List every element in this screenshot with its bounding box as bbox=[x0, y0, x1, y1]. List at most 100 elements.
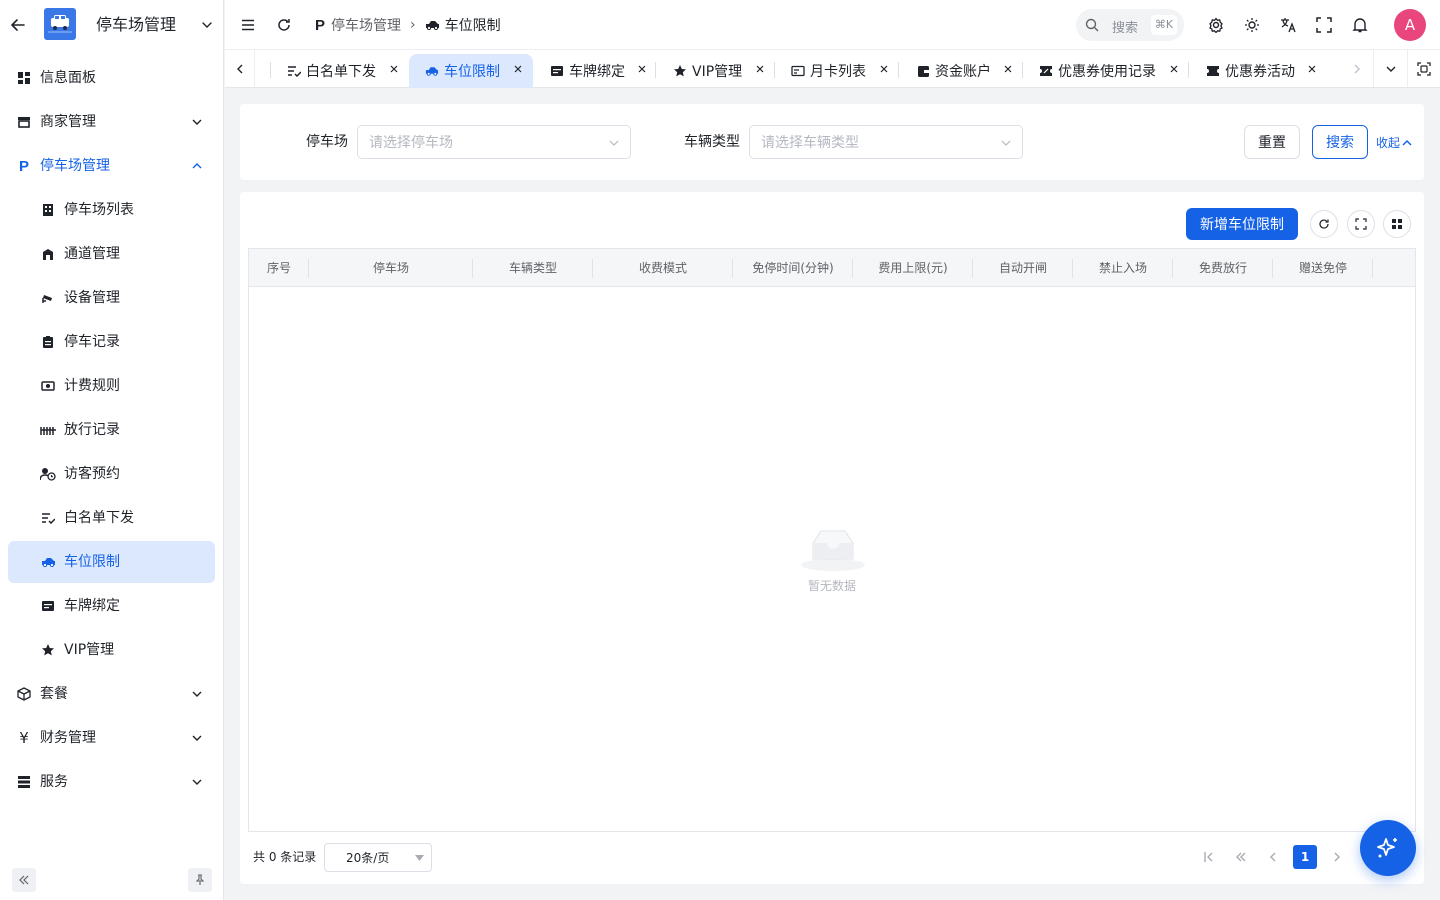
tab-divider bbox=[1188, 62, 1189, 78]
ai-assistant-button[interactable] bbox=[1360, 820, 1416, 876]
sidebar-item-parking-management[interactable]: P 停车场管理 bbox=[8, 145, 215, 187]
close-icon[interactable] bbox=[1003, 64, 1013, 74]
sidebar: 停车场管理 信息面板 商家管理 P 停车场管理 停车场列表 通道管理 设备管理 … bbox=[0, 0, 224, 900]
top-header: P 停车场管理 › 车位限制 搜索 ⌘K A bbox=[225, 0, 1440, 50]
chevron-down-icon[interactable] bbox=[199, 17, 215, 33]
sidebar-item-label: 访客预约 bbox=[64, 466, 120, 482]
sidebar-header: 停车场管理 bbox=[0, 0, 224, 50]
reset-button[interactable]: 重置 bbox=[1244, 125, 1300, 159]
tab-plate-binding[interactable]: 车牌绑定 bbox=[533, 54, 657, 88]
sidebar-item-parking-list[interactable]: 停车场列表 bbox=[8, 189, 215, 231]
prev-page-button[interactable] bbox=[1261, 845, 1285, 869]
chevron-down-icon bbox=[609, 140, 619, 146]
license-plate-icon bbox=[40, 598, 56, 614]
close-icon[interactable] bbox=[755, 64, 765, 74]
sidebar-item-whitelist[interactable]: 白名单下发 bbox=[8, 497, 215, 539]
table-panel: 新增车位限制 序号 停车场 车辆类型 收费模式 免停时间(分钟) 费用上限(元)… bbox=[240, 192, 1424, 884]
collapse-filters-toggle[interactable]: 收起 bbox=[1376, 134, 1412, 151]
grid-icon bbox=[1392, 219, 1402, 229]
license-plate-icon bbox=[550, 64, 564, 78]
close-icon[interactable] bbox=[637, 64, 647, 74]
tabs-maximize-button[interactable] bbox=[1407, 50, 1440, 87]
sidebar-item-dashboard[interactable]: 信息面板 bbox=[8, 57, 215, 99]
table-refresh-button[interactable] bbox=[1310, 210, 1338, 238]
page-size-value: 20条/页 bbox=[346, 851, 390, 865]
tab-space-limit[interactable]: 车位限制 bbox=[409, 54, 533, 88]
close-icon[interactable] bbox=[879, 64, 889, 74]
vehicle-type-select[interactable]: 请选择车辆类型 bbox=[749, 125, 1023, 159]
next-page-button[interactable] bbox=[1325, 845, 1349, 869]
tab-label: 车位限制 bbox=[444, 64, 500, 80]
tab-divider bbox=[898, 62, 899, 78]
search-button[interactable]: 搜索 bbox=[1312, 125, 1368, 159]
sidebar-item-space-limit[interactable]: 车位限制 bbox=[8, 541, 215, 583]
tabs-dropdown-button[interactable] bbox=[1373, 50, 1407, 87]
search-label: 搜索 bbox=[1112, 21, 1139, 36]
scan-icon bbox=[1417, 61, 1431, 76]
add-space-limit-button[interactable]: 新增车位限制 bbox=[1186, 208, 1298, 240]
tab-monthly-cards[interactable]: 月卡列表 bbox=[775, 54, 899, 88]
sidebar-item-plate-binding[interactable]: 车牌绑定 bbox=[8, 585, 215, 627]
sidebar-item-merchants[interactable]: 商家管理 bbox=[8, 101, 215, 143]
store-icon bbox=[16, 114, 32, 130]
pin-sidebar-button[interactable] bbox=[188, 868, 212, 892]
chevron-down-icon bbox=[189, 730, 205, 746]
language-button[interactable] bbox=[1276, 13, 1300, 37]
page-number-current[interactable]: 1 bbox=[1293, 845, 1317, 869]
sidebar-item-label: 停车场列表 bbox=[64, 202, 134, 218]
prev-group-button[interactable] bbox=[1229, 845, 1253, 869]
tab-whitelist[interactable]: 白名单下发 bbox=[275, 54, 409, 88]
page-size-select[interactable]: 20条/页 bbox=[324, 843, 432, 872]
notifications-button[interactable] bbox=[1348, 13, 1372, 37]
close-icon[interactable] bbox=[389, 64, 399, 74]
settings-button[interactable] bbox=[1204, 13, 1228, 37]
ticket-percent-icon bbox=[1039, 64, 1053, 78]
sidebar-item-release-records[interactable]: 放行记录 bbox=[8, 409, 215, 451]
column-divider[interactable] bbox=[1372, 259, 1373, 278]
table-fullscreen-button[interactable] bbox=[1347, 210, 1375, 238]
sidebar-item-packages[interactable]: 套餐 bbox=[8, 673, 215, 715]
column-header-auto-open: 自动开闸 bbox=[998, 261, 1047, 275]
collapse-sidebar-button[interactable] bbox=[12, 868, 36, 892]
sidebar-item-services[interactable]: 服务 bbox=[8, 761, 215, 803]
column-header-free-release: 免费放行 bbox=[1198, 261, 1247, 275]
breadcrumb-item[interactable]: 停车场管理 bbox=[331, 15, 401, 35]
empty-text: 暂无数据 bbox=[807, 579, 856, 593]
fullscreen-button[interactable] bbox=[1312, 13, 1336, 37]
avatar[interactable]: A bbox=[1394, 9, 1426, 41]
star-icon bbox=[673, 64, 687, 78]
refresh-icon bbox=[278, 19, 290, 31]
parking-select[interactable]: 请选择停车场 bbox=[357, 125, 631, 159]
parking-icon: P bbox=[315, 16, 326, 34]
tab-fund-account[interactable]: 资金账户 bbox=[899, 54, 1023, 88]
table-header: 序号 停车场 车辆类型 收费模式 免停时间(分钟) 费用上限(元) 自动开闸 禁… bbox=[249, 249, 1415, 287]
column-settings-button[interactable] bbox=[1383, 210, 1411, 238]
barrier-icon bbox=[40, 422, 56, 438]
tab-vip[interactable]: VIP管理 bbox=[657, 54, 775, 88]
back-arrow-icon[interactable] bbox=[10, 17, 26, 33]
close-icon[interactable] bbox=[513, 64, 523, 74]
first-page-button[interactable] bbox=[1197, 845, 1221, 869]
sidebar-item-channels[interactable]: 通道管理 bbox=[8, 233, 215, 275]
tabs-scroll-right-button[interactable] bbox=[1345, 50, 1369, 87]
sidebar-item-finance[interactable]: ¥ 财务管理 bbox=[8, 717, 215, 759]
refresh-button[interactable] bbox=[272, 13, 296, 37]
sidebar-item-vip[interactable]: VIP管理 bbox=[8, 629, 215, 671]
sidebar-item-devices[interactable]: 设备管理 bbox=[8, 277, 215, 319]
sidebar-item-visitor-booking[interactable]: 访客预约 bbox=[8, 453, 215, 495]
global-search[interactable]: 搜索 ⌘K bbox=[1076, 9, 1184, 41]
sidebar-item-billing-rules[interactable]: 计费规则 bbox=[8, 365, 215, 407]
tab-coupon-campaigns[interactable]: 优惠券活动 bbox=[1189, 54, 1327, 88]
close-icon[interactable] bbox=[1169, 64, 1179, 74]
sidebar-item-label: 车位限制 bbox=[64, 554, 120, 570]
sidebar-item-label: 商家管理 bbox=[40, 114, 96, 130]
menu-toggle-button[interactable] bbox=[236, 13, 260, 37]
sidebar-item-parking-records[interactable]: 停车记录 bbox=[8, 321, 215, 363]
menu-icon bbox=[242, 19, 254, 31]
tab-coupon-usage[interactable]: 优惠券使用记录 bbox=[1023, 54, 1189, 88]
theme-toggle-button[interactable] bbox=[1240, 13, 1264, 37]
first-page-icon bbox=[1204, 852, 1213, 862]
close-icon[interactable] bbox=[1307, 64, 1317, 74]
tabs-scroll-left-button[interactable] bbox=[225, 50, 255, 87]
bell-icon bbox=[1352, 18, 1368, 33]
